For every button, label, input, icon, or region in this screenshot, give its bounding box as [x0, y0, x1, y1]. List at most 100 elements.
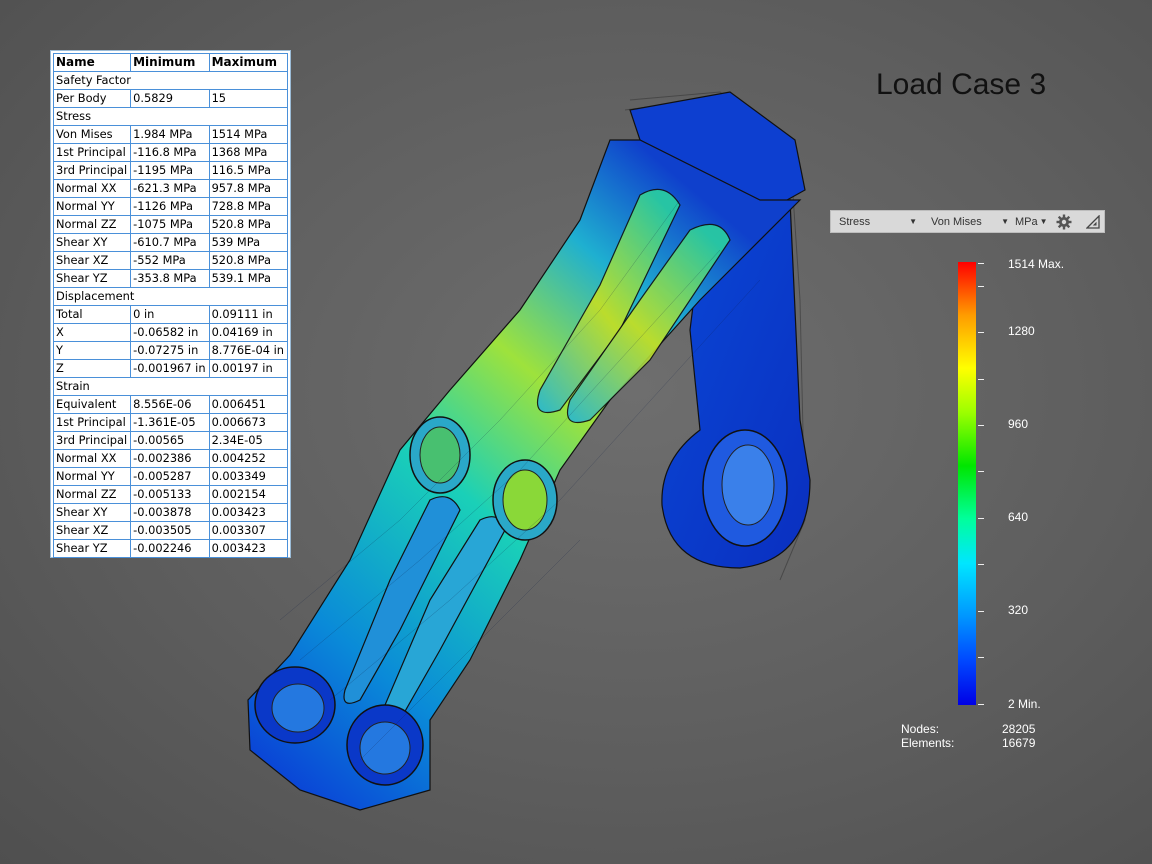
- component-label: Von Mises: [931, 215, 982, 228]
- row-minimum: -621.3 MPa: [130, 179, 210, 198]
- row-maximum: 520.8 MPa: [208, 251, 289, 270]
- legend-tick: [978, 471, 984, 472]
- legend-label: 320: [1008, 603, 1029, 617]
- row-name: Shear XY: [52, 503, 132, 522]
- results-table: Name Minimum Maximum Safety Factor Per Bo…: [50, 50, 291, 558]
- legend-tick: [978, 332, 984, 333]
- row-name: Normal XX: [52, 179, 132, 198]
- row-maximum: 0.00197 in: [208, 359, 289, 378]
- load-case-title: Load Case 3: [876, 68, 1047, 101]
- legend-tick: [978, 425, 984, 426]
- row-name: 1st Principal: [52, 413, 132, 432]
- table-row: Normal XX -0.002386 0.004252: [52, 449, 289, 468]
- elements-label: Elements:: [901, 736, 955, 750]
- row-name: Equivalent: [52, 395, 132, 414]
- row-minimum: -0.00565: [130, 431, 210, 450]
- legend-label: 1280: [1008, 324, 1035, 338]
- result-toolbar: Stress ▼ Von Mises ▼ MPa ▼: [830, 210, 1105, 233]
- row-name: Total: [52, 305, 132, 324]
- table-row: 1st Principal -1.361E-05 0.006673: [52, 413, 289, 432]
- table-row: Shear XZ -0.003505 0.003307: [52, 521, 289, 540]
- row-maximum: 15: [208, 89, 289, 108]
- units-dropdown[interactable]: MPa ▼: [1015, 216, 1048, 228]
- row-minimum: -0.005133: [130, 485, 210, 504]
- row-minimum: -116.8 MPa: [130, 143, 210, 162]
- row-minimum: -1075 MPa: [130, 215, 210, 234]
- table-row: Normal ZZ -1075 MPa 520.8 MPa: [52, 215, 289, 234]
- row-minimum: 1.984 MPa: [130, 125, 210, 144]
- row-minimum: -0.002246: [130, 539, 210, 558]
- row-maximum: 0.004252: [208, 449, 289, 468]
- legend-tick: [978, 611, 984, 612]
- row-minimum: -1.361E-05: [130, 413, 210, 432]
- row-name: Normal YY: [52, 197, 132, 216]
- table-row: Z -0.001967 in 0.00197 in: [52, 359, 289, 378]
- row-name: Per Body: [52, 89, 132, 108]
- table-row: Shear XZ -552 MPa 520.8 MPa: [52, 251, 289, 270]
- row-minimum: -1126 MPa: [130, 197, 210, 216]
- row-name: 3rd Principal: [52, 431, 132, 450]
- row-name: Normal ZZ: [52, 215, 132, 234]
- row-name: Normal XX: [52, 449, 132, 468]
- scale-button[interactable]: [1085, 214, 1100, 229]
- row-maximum: 0.006451: [208, 395, 289, 414]
- row-minimum: 0.5829: [130, 89, 210, 108]
- table-row: 1st Principal -116.8 MPa 1368 MPa: [52, 143, 289, 162]
- chevron-down-icon: ▼: [1001, 217, 1009, 226]
- row-name: Normal YY: [52, 467, 132, 486]
- legend-tick: [978, 704, 984, 705]
- row-minimum: -0.002386: [130, 449, 210, 468]
- row-name: Von Mises: [52, 125, 132, 144]
- row-maximum: 539 MPa: [208, 233, 289, 252]
- table-header-row: Name Minimum Maximum: [52, 53, 289, 72]
- settings-button[interactable]: [1056, 214, 1072, 230]
- row-maximum: 957.8 MPa: [208, 179, 289, 198]
- table-row: Normal YY -0.005287 0.003349: [52, 467, 289, 486]
- row-maximum: 0.003349: [208, 467, 289, 486]
- legend-tick: [978, 379, 984, 380]
- row-minimum: -353.8 MPa: [130, 269, 210, 288]
- legend-label-min: 2 Min.: [1008, 697, 1041, 711]
- gear-icon: [1056, 214, 1072, 229]
- row-minimum: -0.003878: [130, 503, 210, 522]
- row-maximum: 8.776E-04 in: [208, 341, 289, 360]
- row-maximum: 0.003423: [208, 503, 289, 522]
- legend-label-max: 1514 Max.: [1008, 257, 1065, 271]
- table-row: 3rd Principal -0.00565 2.34E-05: [52, 431, 289, 450]
- header-minimum: Minimum: [130, 53, 210, 72]
- row-minimum: -1195 MPa: [130, 161, 210, 180]
- row-minimum: 8.556E-06: [130, 395, 210, 414]
- row-name: Shear XZ: [52, 251, 132, 270]
- legend-tick: [978, 263, 984, 264]
- row-minimum: -0.06582 in: [130, 323, 210, 342]
- row-name: Normal ZZ: [52, 485, 132, 504]
- row-name: Shear YZ: [52, 539, 132, 558]
- table-section-row: Safety Factor: [53, 71, 288, 90]
- table-body: Safety Factor Per Body 0.5829 15 Stress Von M…: [52, 71, 289, 558]
- row-minimum: 0 in: [130, 305, 210, 324]
- table-row: Y -0.07275 in 8.776E-04 in: [52, 341, 289, 360]
- row-maximum: 0.003423: [208, 539, 289, 558]
- row-minimum: -0.07275 in: [130, 341, 210, 360]
- row-maximum: 1514 MPa: [208, 125, 289, 144]
- table-row: Total 0 in 0.09111 in: [52, 305, 289, 324]
- row-maximum: 0.003307: [208, 521, 289, 540]
- row-maximum: 728.8 MPa: [208, 197, 289, 216]
- component-dropdown[interactable]: Von Mises ▼: [931, 216, 1009, 228]
- table-section-row: Displacement: [53, 287, 288, 306]
- header-maximum: Maximum: [208, 53, 289, 72]
- section-label: Displacement: [53, 287, 288, 306]
- section-label: Safety Factor: [53, 71, 288, 90]
- row-minimum: -0.003505: [130, 521, 210, 540]
- table-section-row: Stress: [53, 107, 288, 126]
- row-maximum: 539.1 MPa: [208, 269, 289, 288]
- color-legend-bar: [958, 262, 976, 705]
- triangle-ruler-icon: [1085, 214, 1100, 229]
- row-minimum: -0.005287: [130, 467, 210, 486]
- row-name: 3rd Principal: [52, 161, 132, 180]
- table-row: Shear YZ -0.002246 0.003423: [52, 539, 289, 558]
- result-type-dropdown[interactable]: Stress ▼: [839, 216, 917, 228]
- header-name: Name: [52, 53, 132, 72]
- row-name: 1st Principal: [52, 143, 132, 162]
- table-row: X -0.06582 in 0.04169 in: [52, 323, 289, 342]
